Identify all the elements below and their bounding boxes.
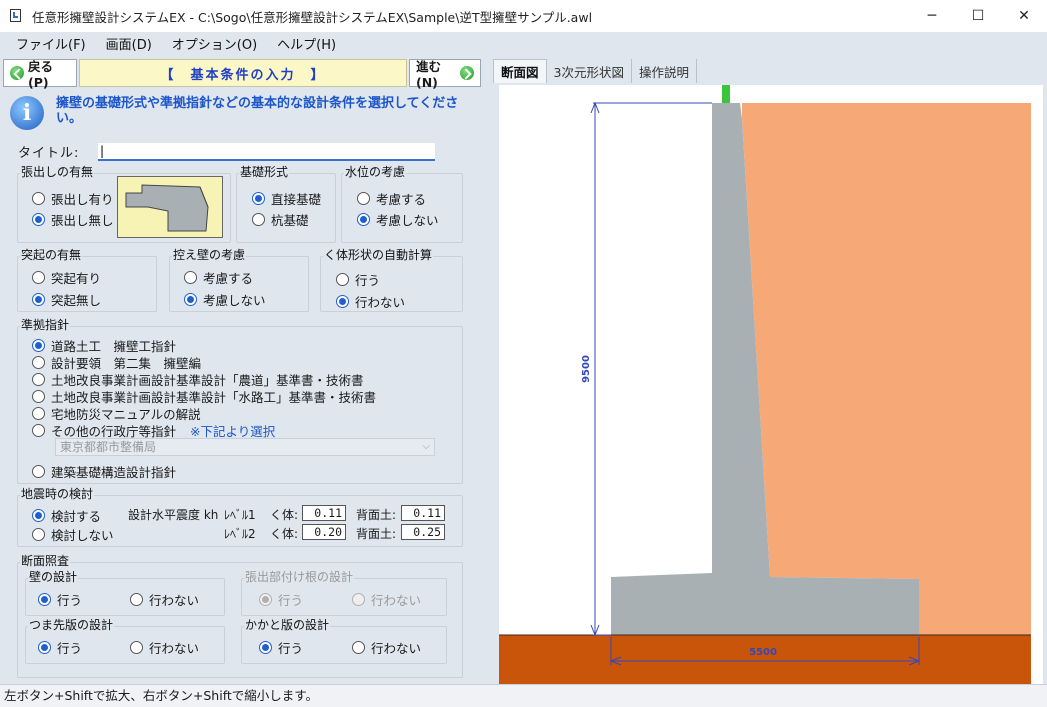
standard-label: 準拠指針 <box>20 318 71 332</box>
overhang-root-yes-radio[interactable]: 行う <box>259 590 303 609</box>
l1-body-label: く体: <box>270 508 299 522</box>
buttress-ignore-radio[interactable]: 考慮しない <box>184 290 266 309</box>
heel-design-yes-radio[interactable]: 行う <box>259 638 303 657</box>
drawing-panel: 断面図 3次元形状図 操作説明 9500 5500 <box>487 56 1047 684</box>
toe-design-label: つま先版の設計 <box>28 618 115 632</box>
app-icon <box>8 8 24 24</box>
agency-select-value: 東京都都市整備局 <box>60 440 157 454</box>
backfill-soil <box>742 103 1031 635</box>
seismic-yes-radio[interactable]: 検討する <box>32 506 101 525</box>
height-dimension-label: 9500 <box>581 355 592 383</box>
water-group: 水位の考慮 <box>341 165 463 243</box>
maximize-button[interactable]: ☐ <box>955 0 1001 32</box>
foundation-pile-radio[interactable]: 杭基礎 <box>252 210 309 229</box>
overhang-no-radio[interactable]: 張出し無し <box>32 210 114 229</box>
info-message: i 擁壁の基礎形式や準拠指針などの基本的な設計条件を選択してください。 <box>10 96 480 136</box>
l1-back-label: 背面土: <box>356 508 397 522</box>
title-input[interactable] <box>98 142 435 161</box>
water-ignore-radio[interactable]: 考慮しない <box>357 210 439 229</box>
protrusion-yes-radio[interactable]: 突起有り <box>32 268 101 287</box>
view-tabs: 断面図 3次元形状図 操作説明 <box>493 59 697 83</box>
info-text: 擁壁の基礎形式や準拠指針などの基本的な設計条件を選択してください。 <box>56 96 459 126</box>
chevron-down-icon: ⌵ <box>422 441 430 452</box>
section-drawing[interactable]: 9500 5500 <box>499 85 1043 684</box>
nav-bar: 戻る(P) 【 基本条件の入力 】 進む(N) <box>3 59 481 90</box>
heel-design-no-radio[interactable]: 行わない <box>352 638 421 657</box>
foundation-label: 基礎形式 <box>239 165 290 179</box>
close-button[interactable]: ✕ <box>1001 0 1047 32</box>
overhang-yes-radio[interactable]: 張出し有り <box>32 189 114 208</box>
l2-body-label: く体: <box>270 527 299 541</box>
water-consider-radio[interactable]: 考慮する <box>357 189 426 208</box>
menu-file[interactable]: ファイル(F) <box>6 34 96 53</box>
level1-label: ﾚﾍﾞﾙ1 <box>224 508 256 522</box>
window-controls: ─ ☐ ✕ <box>909 0 1047 32</box>
section-check-label: 断面照査 <box>20 554 71 568</box>
next-button[interactable]: 進む(N) <box>409 59 481 90</box>
foundation-ground <box>499 635 1031 684</box>
l2-body-input[interactable]: 0.20 <box>302 524 346 540</box>
toe-design-no-radio[interactable]: 行わない <box>130 638 199 657</box>
buttress-consider-radio[interactable]: 考慮する <box>184 268 253 287</box>
foundation-group: 基礎形式 <box>236 165 336 243</box>
heel-design-label: かかと版の設計 <box>244 618 331 632</box>
kh-label: 設計水平震度 kh <box>128 508 219 522</box>
tab-3d-shape[interactable]: 3次元形状図 <box>547 59 632 83</box>
standard-building-radio[interactable]: 建築基礎構造設計指針 <box>32 462 176 481</box>
arrow-right-icon <box>460 66 474 80</box>
protrusion-no-radio[interactable]: 突起無し <box>32 290 101 309</box>
height-dimension <box>590 101 712 637</box>
foundation-direct-radio[interactable]: 直接基礎 <box>252 189 321 208</box>
arrow-left-icon <box>10 66 24 80</box>
auto-calc-label: く体形状の自動計算 <box>323 248 434 262</box>
back-button-label: 戻る(P) <box>28 59 54 90</box>
overhang-root-no-radio[interactable]: 行わない <box>352 590 421 609</box>
protrusion-label: 突起の有無 <box>20 248 83 262</box>
menu-bar: ファイル(F) 画面(D) オプション(O) ヘルプ(H) <box>0 32 1047 54</box>
wall-design-label: 壁の設計 <box>28 570 79 584</box>
tab-section[interactable]: 断面図 <box>493 59 547 83</box>
info-icon: i <box>10 96 44 130</box>
overhang-preview-image <box>117 176 223 238</box>
buttress-label: 控え壁の考慮 <box>172 248 247 262</box>
step-title: 【 基本条件の入力 】 <box>79 59 407 87</box>
wall-top-marker <box>722 85 730 103</box>
title-row: タイトル: <box>18 142 435 161</box>
status-bar: 左ボタン+Shiftで拡大、右ボタン+Shiftで縮小します。 <box>0 684 1047 707</box>
input-panel: 戻る(P) 【 基本条件の入力 】 進む(N) i 擁壁の基礎形式や準拠指針など… <box>0 56 486 684</box>
l1-back-input[interactable]: 0.11 <box>401 505 445 521</box>
menu-view[interactable]: 画面(D) <box>96 34 162 53</box>
wall-design-no-radio[interactable]: 行わない <box>130 590 199 609</box>
l2-back-input[interactable]: 0.25 <box>401 524 445 540</box>
width-dimension-label: 5500 <box>749 647 777 658</box>
toe-design-yes-radio[interactable]: 行う <box>38 638 82 657</box>
l1-body-input[interactable]: 0.11 <box>302 505 346 521</box>
next-button-label: 進む(N) <box>416 59 442 90</box>
water-label: 水位の考慮 <box>344 165 407 179</box>
menu-options[interactable]: オプション(O) <box>162 34 267 53</box>
tab-instructions[interactable]: 操作説明 <box>632 59 697 83</box>
l2-back-label: 背面土: <box>356 527 397 541</box>
overhang-label: 張出しの有無 <box>20 165 95 179</box>
seismic-label: 地震時の検討 <box>20 487 95 501</box>
back-button[interactable]: 戻る(P) <box>3 59 77 90</box>
seismic-no-radio[interactable]: 検討しない <box>32 525 114 544</box>
auto-calc-no-radio[interactable]: 行わない <box>336 292 405 311</box>
overhang-root-label: 張出部付け根の設計 <box>244 570 355 584</box>
wall-design-yes-radio[interactable]: 行う <box>38 590 82 609</box>
title-label: タイトル: <box>18 146 80 161</box>
window-title: 任意形擁壁設計システムEX - C:\Sogo\任意形擁壁設計システムEX\Sa… <box>32 9 593 25</box>
minimize-button[interactable]: ─ <box>909 0 955 32</box>
menu-help[interactable]: ヘルプ(H) <box>267 34 346 53</box>
agency-select[interactable]: 東京都都市整備局 ⌵ <box>55 438 435 456</box>
level2-label: ﾚﾍﾞﾙ2 <box>224 527 256 541</box>
auto-calc-yes-radio[interactable]: 行う <box>336 270 380 289</box>
title-bar: 任意形擁壁設計システムEX - C:\Sogo\任意形擁壁設計システムEX\Sa… <box>0 0 1047 32</box>
